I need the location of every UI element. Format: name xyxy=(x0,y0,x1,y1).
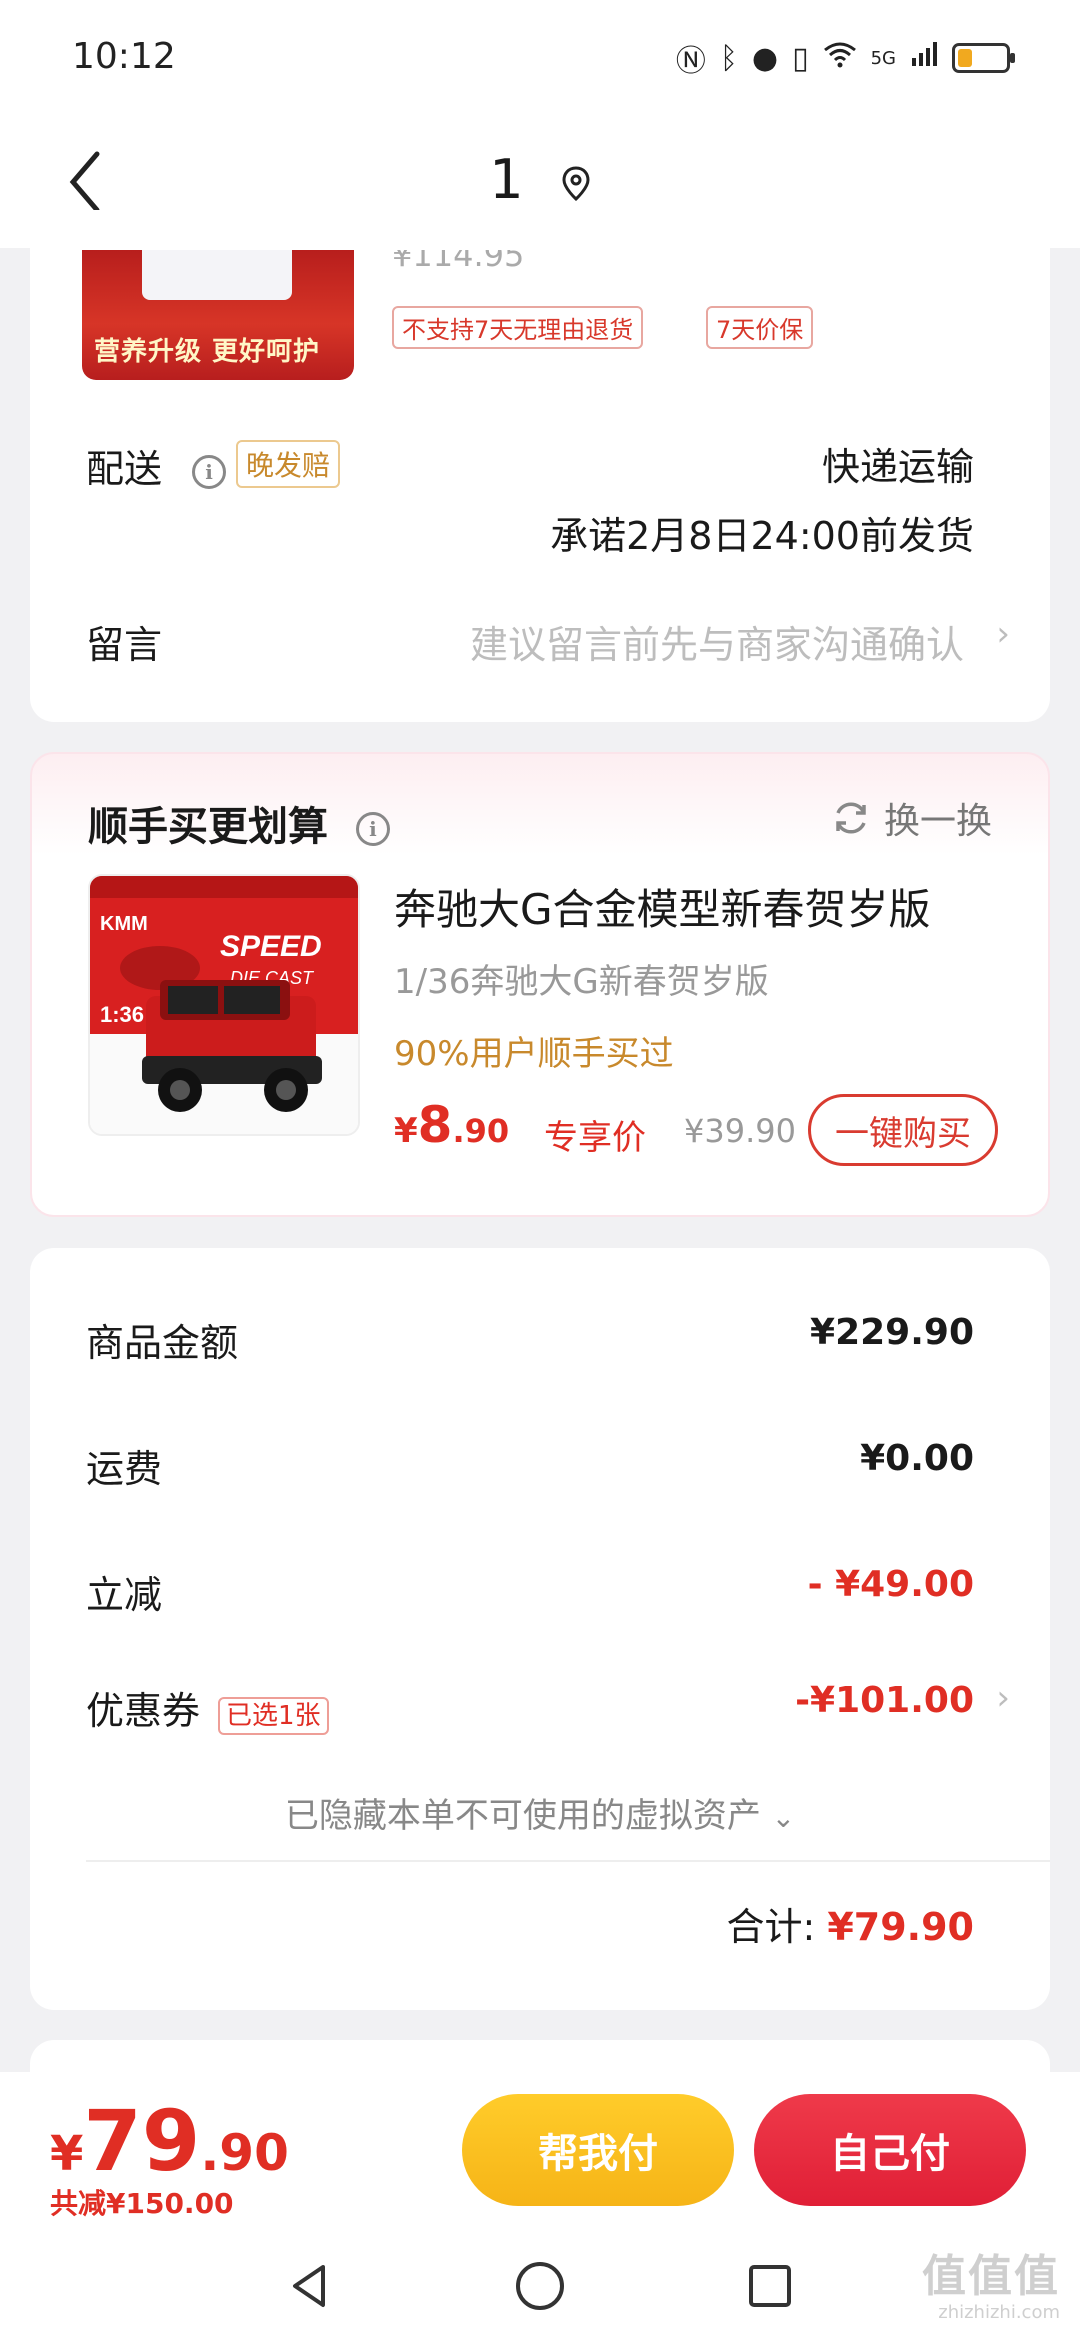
nav-back-button[interactable] xyxy=(280,2256,340,2316)
pay-dec: .90 xyxy=(200,2124,289,2182)
box-speed-text: SPEED xyxy=(220,930,322,963)
price-protect-tag: 7天价保 xyxy=(706,306,814,349)
original-price: ¥39.90 xyxy=(684,1112,796,1150)
total-label: 合计: xyxy=(726,1905,816,1949)
swap-button[interactable]: 换一换 xyxy=(832,792,992,844)
late-compensation-tag: 晚发赔 xyxy=(236,440,341,488)
delivery-method: 快递运输 xyxy=(821,445,974,489)
page-title[interactable]: 1 xyxy=(0,148,1080,215)
battery-icon xyxy=(952,43,1015,73)
product-price: ¥114.95 xyxy=(392,250,525,274)
recommend-title-text: 顺手买更划算 xyxy=(88,804,328,850)
chevron-down-icon: ⌄ xyxy=(771,1801,796,1834)
system-nav-bar xyxy=(0,2232,1080,2340)
chevron-right-icon: › xyxy=(996,614,1010,654)
goods-amount-label: 商品金额 xyxy=(86,1321,239,1365)
recommend-price: ¥8.90 xyxy=(394,1096,509,1154)
swap-label: 换一换 xyxy=(883,801,992,842)
pay-myself-button[interactable]: 自己付 xyxy=(754,2094,1026,2206)
exclusive-price-label: 专享价 xyxy=(544,1118,646,1158)
delivery-promise: 承诺2月8日24:00前发货 xyxy=(550,514,974,558)
triangle-back-icon xyxy=(293,2265,325,2307)
price-int: 8 xyxy=(417,1096,453,1154)
coupon-selected-tag: 已选1张 xyxy=(218,1697,329,1735)
product-thumbnail[interactable]: 营养升级 更好呵护 xyxy=(82,250,354,380)
coupon-value[interactable]: -¥101.00 xyxy=(795,1680,974,1721)
order-item-card: 营养升级 更好呵护 ¥114.95 不支持7天无理由退货 7天价保 配送 i 晚… xyxy=(30,210,1050,722)
bluetooth-icon: ᛒ xyxy=(719,40,738,76)
toy-car-image: KMM SPEED DIE CAST 1:36 xyxy=(90,876,358,1134)
hidden-assets-toggle[interactable]: 已隐藏本单不可使用的虚拟资产 ⌄ xyxy=(30,1788,1050,1837)
nfc-icon: Ⓝ xyxy=(675,44,706,79)
signal-icon xyxy=(910,40,938,76)
pay-symbol: ¥ xyxy=(50,2126,84,2182)
watermark-logo: 值值值 xyxy=(922,2251,1060,2302)
wifi-icon xyxy=(823,40,857,76)
delivery-label-text: 配送 xyxy=(86,447,163,491)
price-summary-card: 商品金额 ¥229.90 运费 ¥0.00 立减 - ¥49.00 优惠券 已选1… xyxy=(30,1248,1050,2010)
square-recents-icon xyxy=(749,2265,791,2307)
chevron-right-icon: › xyxy=(996,1678,1010,1718)
total-value: ¥79.90 xyxy=(827,1905,974,1949)
coupon-row-label[interactable]: 优惠券 已选1张 xyxy=(86,1680,329,1735)
divider xyxy=(86,1860,1050,1862)
status-icons: Ⓝ ᛒ ● ▯ 5G xyxy=(675,36,1015,80)
coupon-label: 优惠券 xyxy=(86,1689,201,1733)
total-line: 合计: ¥79.90 xyxy=(726,1896,974,1951)
one-click-buy-button[interactable]: 一键购买 xyxy=(808,1094,998,1166)
payment-bar: ¥79.90 共减¥150.00 帮我付 自己付 xyxy=(0,2072,1080,2232)
location-icon: ● xyxy=(751,40,779,76)
price-symbol: ¥ xyxy=(394,1111,418,1151)
product-thumbnail-banner: 营养升级 更好呵护 xyxy=(94,337,321,367)
shipping-value: ¥0.00 xyxy=(860,1438,974,1479)
product-box-image xyxy=(142,250,292,300)
recommend-product-image[interactable]: KMM SPEED DIE CAST 1:36 xyxy=(88,874,360,1136)
no-return-tag: 不支持7天无理由退货 xyxy=(392,306,644,349)
note-label: 留言 xyxy=(86,623,163,667)
info-icon[interactable]: i xyxy=(192,454,227,489)
recommend-card: 顺手买更划算 i 换一换 KMM SPEED DIE CAST 1:36 奔驰大… xyxy=(30,752,1050,1217)
nav-home-button[interactable] xyxy=(510,2256,570,2316)
vibrate-icon: ▯ xyxy=(792,40,809,76)
status-bar: 10:12 Ⓝ ᛒ ● ▯ 5G xyxy=(0,0,1080,120)
watermark-url: zhizhizhi.com xyxy=(938,2302,1060,2323)
total-saved: 共减¥150.00 xyxy=(50,2187,234,2220)
recommend-title: 顺手买更划算 i xyxy=(88,794,390,852)
shipping-label: 运费 xyxy=(86,1447,163,1491)
hidden-assets-text: 已隐藏本单不可使用的虚拟资产 xyxy=(284,1796,761,1836)
status-time: 10:12 xyxy=(72,36,176,77)
note-input[interactable]: 建议留言前先与商家沟通确认 xyxy=(470,614,964,669)
pay-int: 79 xyxy=(83,2092,201,2190)
price-dec: .90 xyxy=(452,1112,510,1150)
location-pin-icon xyxy=(561,152,591,215)
delivery-info: 快递运输 承诺2月8日24:00前发货 xyxy=(550,436,974,560)
delivery-label: 配送 i xyxy=(86,438,227,493)
recommend-product-name[interactable]: 奔驰大G合金模型新春贺岁版 xyxy=(394,876,931,937)
recommend-user-stat: 90%用户顺手买过 xyxy=(394,1034,674,1074)
box-brand-text: KMM xyxy=(100,913,148,935)
goods-amount-value: ¥229.90 xyxy=(810,1312,974,1353)
nav-recents-button[interactable] xyxy=(740,2256,800,2316)
refresh-icon xyxy=(836,802,866,834)
help-me-pay-button[interactable]: 帮我付 xyxy=(462,2094,734,2206)
recommend-product-spec: 1/36奔驰大G新春贺岁版 xyxy=(394,962,769,1002)
info-icon[interactable]: i xyxy=(355,812,390,846)
discount-label: 立减 xyxy=(86,1573,163,1617)
box-scale-text: 1:36 xyxy=(100,1002,144,1027)
pay-amount: ¥79.90 xyxy=(50,2092,289,2190)
product-summary: 营养升级 更好呵护 ¥114.95 不支持7天无理由退货 7天价保 xyxy=(30,250,1050,420)
network-label: 5G xyxy=(870,47,896,69)
circle-home-icon xyxy=(516,2262,564,2310)
discount-value: - ¥49.00 xyxy=(807,1564,974,1605)
address-text: 1 xyxy=(489,148,524,211)
